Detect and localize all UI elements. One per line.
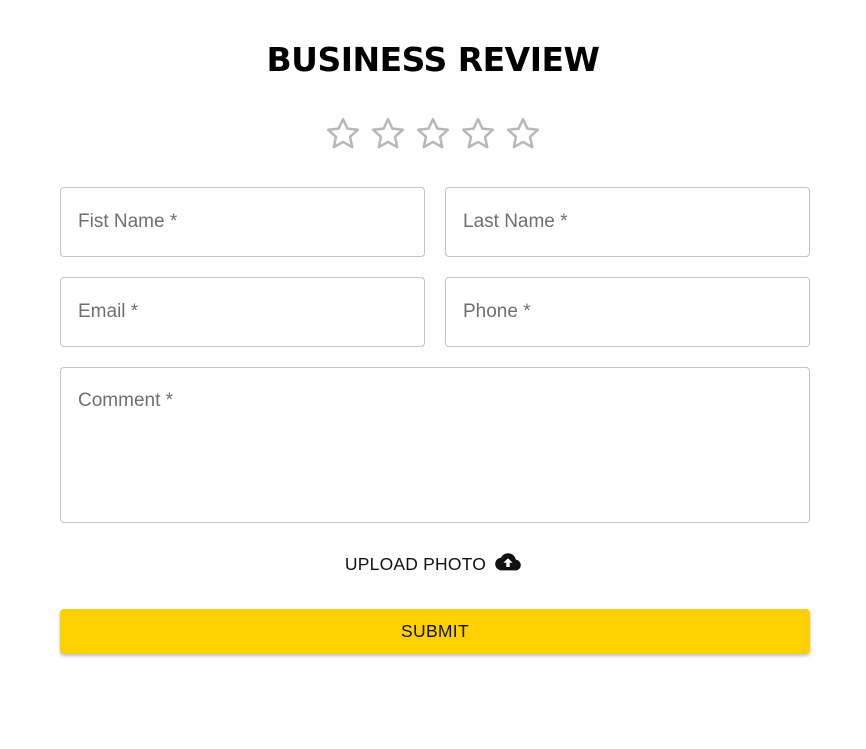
upload-photo-label: UPLOAD PHOTO: [344, 554, 487, 574]
email-field-box: [60, 277, 425, 347]
review-form-page: BUSINESS REVIEW UPLOAD PHOTO: [0, 0, 866, 749]
first-name-field-box: [60, 187, 425, 257]
star-3-icon[interactable]: [413, 114, 453, 154]
first-name-input[interactable]: [61, 188, 424, 256]
last-name-input[interactable]: [446, 188, 809, 256]
upload-photo-button[interactable]: UPLOAD PHOTO: [345, 552, 521, 577]
last-name-field-box: [445, 187, 810, 257]
comment-textarea[interactable]: [61, 368, 809, 522]
phone-input[interactable]: [446, 278, 809, 346]
email-input[interactable]: [61, 278, 424, 346]
submit-button[interactable]: SUBMIT: [60, 609, 810, 654]
cloud-upload-icon: [495, 552, 521, 577]
star-1-icon[interactable]: [323, 114, 363, 154]
comment-field-box: [60, 367, 810, 523]
upload-row: UPLOAD PHOTO: [0, 552, 866, 577]
phone-field-box: [445, 277, 810, 347]
page-title: BUSINESS REVIEW: [266, 40, 600, 79]
star-5-icon[interactable]: [503, 114, 543, 154]
star-4-icon[interactable]: [458, 114, 498, 154]
star-rating: [0, 114, 866, 154]
star-2-icon[interactable]: [368, 114, 408, 154]
